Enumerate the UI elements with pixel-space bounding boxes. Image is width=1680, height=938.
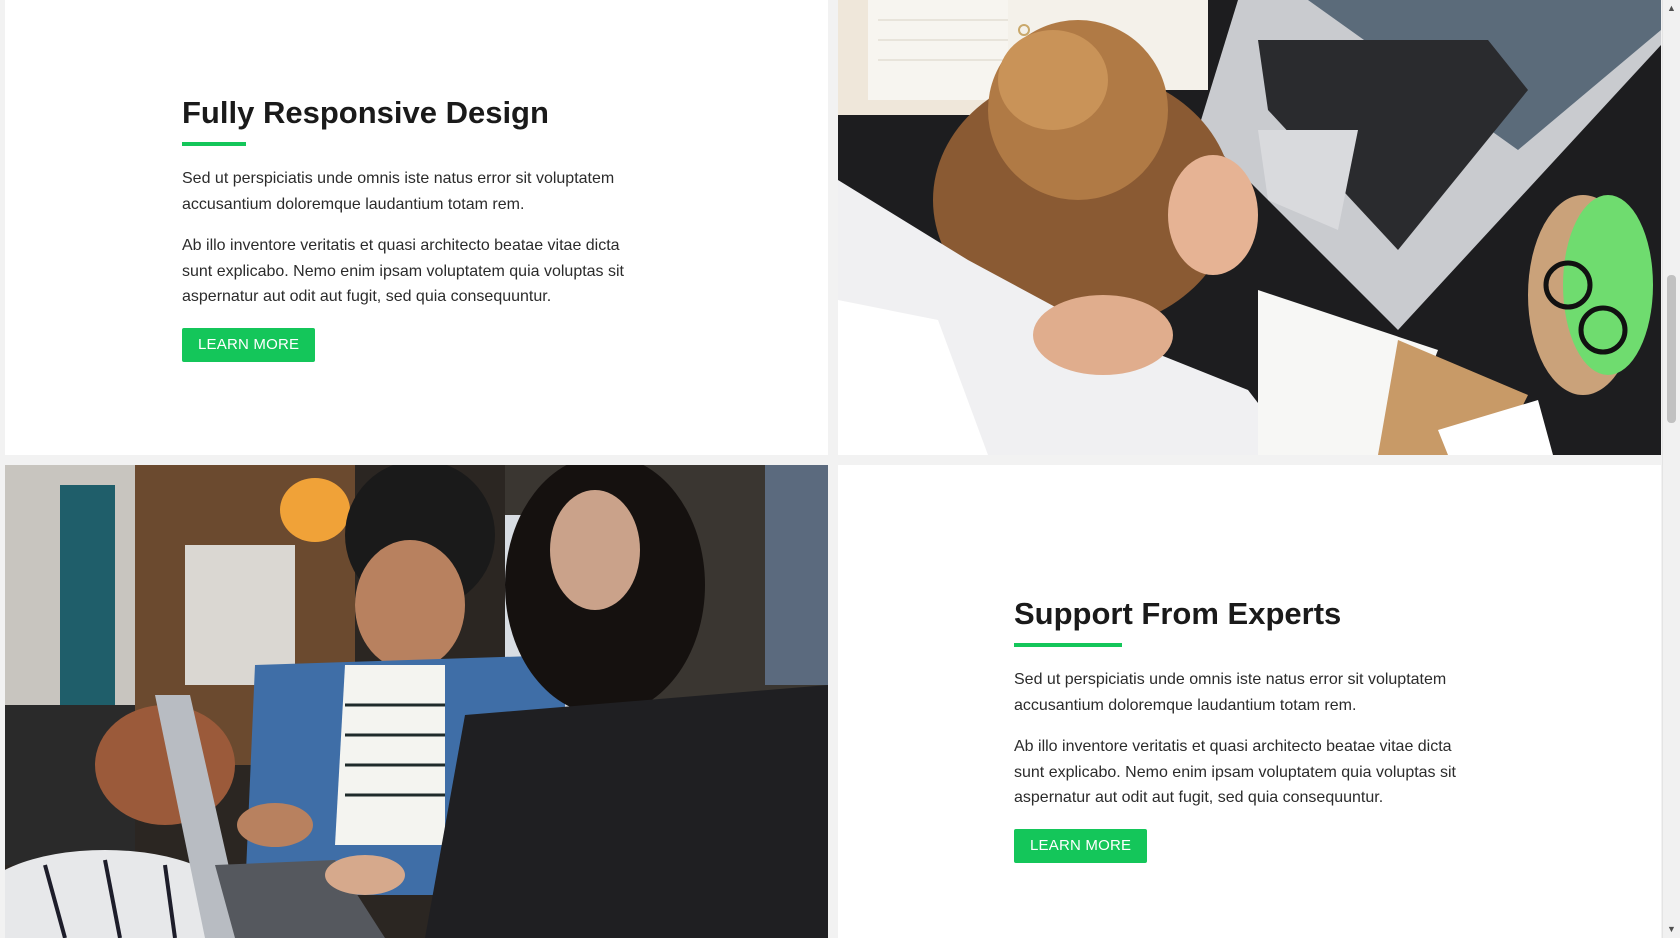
title-underline [182, 142, 246, 146]
photo-illustration [838, 0, 1661, 455]
feature-paragraph: Ab illo inventore veritatis et quasi arc… [182, 237, 624, 305]
woman-at-laptop-photo [838, 0, 1661, 455]
photo-panel-bottom-left [5, 465, 828, 938]
learn-more-button[interactable]: LEARN MORE [1014, 828, 1148, 863]
vertical-scrollbar[interactable]: ▲ ▼ [1662, 0, 1680, 938]
scroll-up-arrow-icon[interactable]: ▲ [1663, 0, 1680, 17]
feature-section-responsive: Fully Responsive Design Sed ut perspicia… [5, 0, 828, 455]
photo-panel-top-right [838, 0, 1661, 455]
feature-paragraph: Ab illo inventore veritatis et quasi arc… [1014, 738, 1456, 806]
feature-title: Support From Experts [1014, 596, 1342, 631]
feature-text-block: Support From Experts Sed ut perspiciatis… [1014, 595, 1484, 863]
feature-title: Fully Responsive Design [182, 95, 549, 130]
page: Fully Responsive Design Sed ut perspicia… [0, 0, 1662, 938]
title-underline [1014, 643, 1122, 647]
feature-paragraph: Sed ut perspiciatis unde omnis iste natu… [182, 170, 615, 213]
feature-paragraph: Sed ut perspiciatis unde omnis iste natu… [1014, 671, 1447, 714]
photo-illustration [5, 465, 828, 938]
feature-section-experts: Support From Experts Sed ut perspiciatis… [838, 465, 1661, 938]
scrollbar-thumb[interactable] [1667, 275, 1676, 423]
scroll-down-arrow-icon[interactable]: ▼ [1663, 921, 1680, 938]
two-women-laptop-photo [5, 465, 828, 938]
learn-more-button[interactable]: LEARN MORE [182, 327, 316, 362]
feature-text-block: Fully Responsive Design Sed ut perspicia… [182, 94, 652, 362]
